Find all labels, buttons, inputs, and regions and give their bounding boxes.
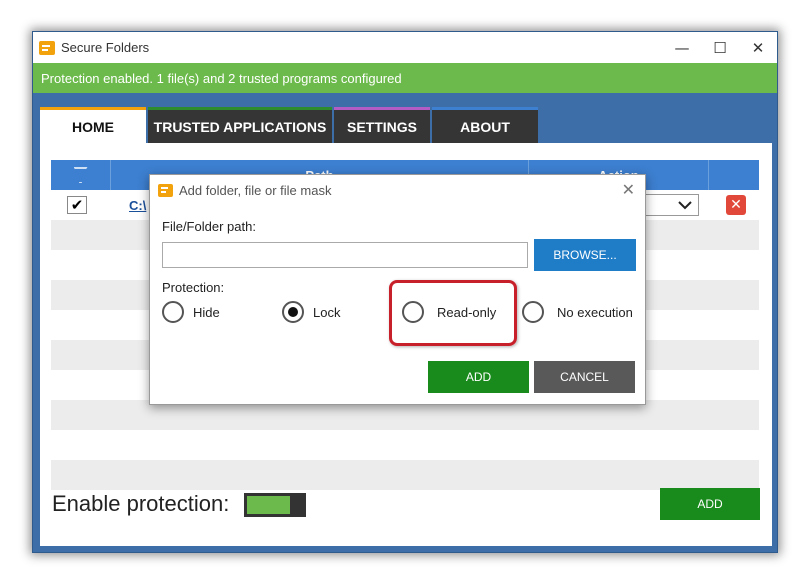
maximize-button[interactable]: ☐ [701,32,739,63]
close-button[interactable]: ✕ [739,32,777,63]
status-bar: Protection enabled. 1 file(s) and 2 trus… [33,63,777,93]
table-row [51,430,759,460]
tab-trusted-applications[interactable]: TRUSTED APPLICATIONS [148,107,332,143]
filter-icon[interactable] [73,167,88,183]
secure-folders-logo-icon [39,40,55,55]
add-item-dialog: Add folder, file or file mask ✕ File/Fol… [149,174,646,405]
radio-label: No execution [557,304,633,320]
radio-option-no-execution[interactable]: No execution [522,301,633,323]
delete-row-button[interactable]: ✕ [726,195,746,215]
window-controls: — ☐ ✕ [663,32,777,63]
radio-button[interactable] [162,301,184,323]
dialog-cancel-button[interactable]: CANCEL [534,361,635,393]
tab-home[interactable]: HOME [40,107,146,143]
radio-option-hide[interactable]: Hide [162,301,220,323]
filter-header-cell[interactable] [51,160,111,190]
title-bar: Secure Folders — ☐ ✕ [33,32,777,63]
status-text: Protection enabled. 1 file(s) and 2 trus… [41,70,402,86]
chevron-down-icon [678,200,692,209]
enable-protection-label: Enable protection: [52,491,230,516]
tab-about[interactable]: ABOUT [432,107,538,143]
delete-column-header [709,160,759,190]
dialog-title-bar: Add folder, file or file mask [158,183,331,198]
dialog-title: Add folder, file or file mask [179,183,332,198]
tab-settings[interactable]: SETTINGS [334,107,430,143]
enable-protection-toggle[interactable] [244,493,306,517]
protection-label: Protection: [162,280,225,295]
radio-label: Lock [313,304,341,320]
toggle-on-indicator [247,496,290,514]
window-title: Secure Folders [61,40,150,55]
secure-folders-logo-icon [158,184,173,197]
radio-button[interactable] [522,301,544,323]
add-item-button[interactable]: ADD [660,488,760,520]
read-only-highlight-frame [389,280,517,346]
row-path-link[interactable]: C:\ [129,198,146,213]
dialog-add-button[interactable]: ADD [428,361,529,393]
radio-option-lock[interactable]: Lock [282,301,340,323]
radio-button[interactable] [282,301,304,323]
path-input[interactable] [162,242,528,268]
row-checkbox[interactable]: ✔ [67,196,87,214]
table-row [51,460,759,490]
browse-button[interactable]: BROWSE... [534,239,636,271]
radio-label: Hide [193,304,220,320]
path-label: File/Folder path: [162,219,256,234]
minimize-button[interactable]: — [663,32,701,63]
tab-bar: HOME TRUSTED APPLICATIONS SETTINGS ABOUT [40,107,540,143]
dialog-close-button[interactable]: ✕ [622,180,635,199]
